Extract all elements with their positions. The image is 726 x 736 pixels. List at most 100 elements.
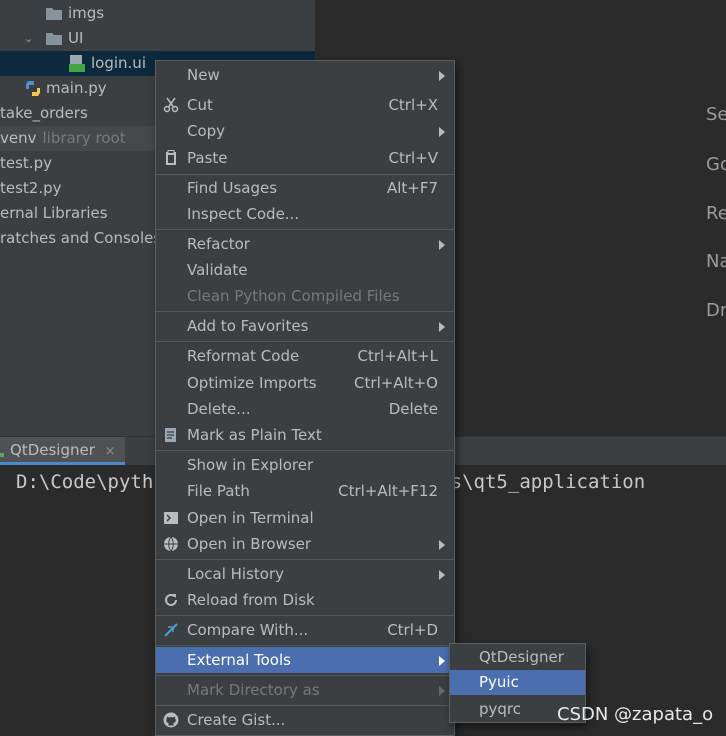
menu-item-label: New — [187, 66, 220, 84]
running-indicator — [0, 453, 4, 457]
menu-separator — [156, 705, 454, 706]
menu-separator — [156, 559, 454, 560]
menu-item-validate[interactable]: Validate — [156, 257, 454, 283]
menu-item-find-usages[interactable]: Find Usages Alt+F7 — [156, 175, 454, 201]
folder-icon — [46, 8, 62, 20]
menu-separator — [156, 229, 454, 230]
terminal-icon — [164, 512, 178, 524]
menu-item-copy[interactable]: Copy — [156, 118, 454, 144]
tree-item-label: ernal Libraries — [0, 204, 108, 222]
menu-item-add-to-favorites[interactable]: Add to Favorites — [156, 313, 454, 339]
menu-item-label: Refactor — [187, 235, 250, 253]
menu-item-clean-python-compiled-files: Clean Python Compiled Files — [156, 283, 454, 309]
submenu-arrow-icon — [439, 240, 445, 250]
tree-item-label: UI — [68, 29, 84, 47]
menu-item-shortcut: Delete — [388, 400, 438, 418]
menu-item-file-path[interactable]: File Path Ctrl+Alt+F12 — [156, 478, 454, 504]
menu-separator — [156, 311, 454, 312]
menu-item-shortcut: Ctrl+Alt+O — [354, 374, 438, 392]
menu-separator — [156, 341, 454, 342]
folder-icon — [46, 33, 62, 45]
tree-item-label: login.ui — [91, 54, 146, 72]
menu-item-label: Optimize Imports — [187, 374, 317, 392]
menu-item-label: Create Gist... — [187, 711, 286, 729]
menu-item-label: Show in Explorer — [187, 456, 314, 474]
menu-item-external-tools[interactable]: External Tools — [156, 647, 454, 673]
editor-hint: Na — [706, 251, 726, 272]
menu-item-label: Open in Browser — [187, 535, 312, 553]
menu-item-label: Clean Python Compiled Files — [187, 287, 400, 305]
menu-separator — [156, 450, 454, 451]
menu-item-shortcut: Ctrl+D — [387, 621, 438, 639]
editor-hint: Re — [706, 203, 726, 224]
menu-item-label: Open in Terminal — [187, 509, 314, 527]
submenu-arrow-icon — [439, 570, 445, 580]
menu-item-label: Reformat Code — [187, 347, 300, 365]
menu-item-label: File Path — [187, 482, 250, 500]
close-icon[interactable]: × — [105, 444, 116, 459]
watermark: CSDN @zapata_o — [557, 704, 714, 725]
refresh-icon — [165, 593, 177, 606]
submenu-arrow-icon — [439, 71, 445, 81]
menu-item-label: Inspect Code... — [187, 205, 300, 223]
menu-separator — [156, 645, 454, 646]
menu-item-paste[interactable]: Paste Ctrl+V — [156, 145, 454, 171]
tree-item-label: ratches and Consoles — [0, 229, 162, 247]
submenu-arrow-icon — [439, 656, 445, 666]
menu-item-optimize-imports[interactable]: Optimize Imports Ctrl+Alt+O — [156, 370, 454, 396]
tree-item-imgs[interactable]: imgs — [0, 1, 315, 26]
menu-item-label: QtDesigner — [479, 648, 564, 666]
menu-item-new[interactable]: New — [156, 62, 454, 88]
menu-item-shortcut: Ctrl+V — [388, 149, 438, 167]
menu-item-label: Delete... — [187, 400, 251, 418]
menu-item-label: Paste — [187, 149, 228, 167]
submenu-arrow-icon — [439, 322, 445, 332]
menu-item-inspect-code[interactable]: Inspect Code... — [156, 201, 454, 227]
menu-item-label: Copy — [187, 122, 226, 140]
menu-item-open-in-browser[interactable]: Open in Browser — [156, 531, 454, 557]
menu-item-label: External Tools — [187, 651, 291, 669]
menu-item-cut[interactable]: Cut Ctrl+X — [156, 92, 454, 118]
menu-item-open-in-terminal[interactable]: Open in Terminal — [156, 505, 454, 531]
menu-item-reload-from-disk[interactable]: Reload from Disk — [156, 587, 454, 613]
context-menu: New Cut Ctrl+X Copy Paste Ctrl+V Find Us… — [155, 60, 455, 736]
menu-item-reformat-code[interactable]: Reformat Code Ctrl+Alt+L — [156, 343, 454, 369]
menu-item-delete[interactable]: Delete... Delete — [156, 396, 454, 422]
menu-item-label: Find Usages — [187, 179, 278, 197]
chevron-down-icon[interactable]: ⌄ — [24, 26, 33, 51]
python-file-icon — [26, 81, 40, 96]
menu-item-shortcut: Ctrl+Alt+L — [357, 347, 439, 365]
menu-item-mark-as-plain-text[interactable]: Mark as Plain Text — [156, 422, 454, 448]
menu-item-label: Cut — [187, 96, 213, 114]
menu-item-compare-with[interactable]: Compare With... Ctrl+D — [156, 617, 454, 643]
library-root-label: library root — [42, 129, 126, 147]
menu-item-label: Add to Favorites — [187, 317, 309, 335]
menu-item-label: Mark as Plain Text — [187, 426, 322, 444]
submenu-item-pyuic[interactable]: Pyuic — [450, 670, 585, 695]
editor-hint: Dr — [706, 300, 726, 321]
menu-item-show-in-explorer[interactable]: Show in Explorer — [156, 452, 454, 478]
menu-item-mark-directory-as: Mark Directory as — [156, 677, 454, 703]
tree-item-label: imgs — [68, 4, 105, 22]
menu-item-label: Compare With... — [187, 621, 309, 639]
menu-item-create-gist[interactable]: Create Gist... — [156, 707, 454, 733]
github-icon — [163, 712, 179, 728]
qt-file-icon — [69, 55, 85, 72]
tree-item-label: test2.py — [0, 179, 62, 197]
menu-separator — [156, 615, 454, 616]
menu-item-label: Reload from Disk — [187, 591, 315, 609]
submenu-arrow-icon — [439, 127, 445, 137]
text-file-icon — [165, 428, 176, 442]
tree-item-name: venv — [0, 129, 37, 147]
tree-item-label: main.py — [46, 79, 107, 97]
tree-item-label: test.py — [0, 154, 52, 172]
menu-item-local-history[interactable]: Local History — [156, 561, 454, 587]
menu-item-label: Pyuic — [479, 673, 519, 691]
tab-qtdesigner[interactable]: QtDesigner × — [0, 437, 125, 465]
submenu-item-qtdesigner[interactable]: QtDesigner — [450, 645, 585, 670]
tree-item-ui[interactable]: ⌄ UI — [0, 26, 315, 51]
submenu-arrow-icon — [439, 540, 445, 550]
menu-item-shortcut: Ctrl+X — [388, 96, 438, 114]
menu-item-refactor[interactable]: Refactor — [156, 231, 454, 257]
menu-item-label: Mark Directory as — [187, 681, 320, 699]
